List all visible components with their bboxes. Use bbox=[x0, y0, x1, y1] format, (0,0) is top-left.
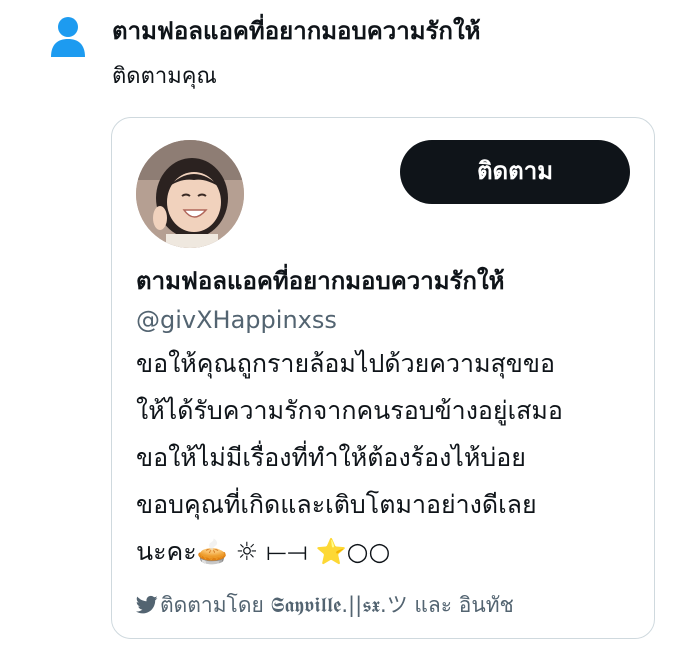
bio-line: ขอให้ไม่มีเรื่องที่ทำให้ต้องร้องไห้บ่อย bbox=[136, 443, 526, 472]
twitter-bird-icon bbox=[136, 595, 158, 614]
profile-name[interactable]: ตามฟอลแอคที่อยากมอบความรักให้ bbox=[136, 264, 505, 298]
followed-by-text: ติดตามโดย 𝕾𝖆𝖞𝖛𝖎𝖑𝖑𝖊.||𝖘𝖝.ツ และ อินทัช bbox=[160, 593, 514, 617]
notification-title: ตามฟอลแอคที่อยากมอบความรักให้ bbox=[112, 17, 481, 45]
bio-line: นะคะ🥧 ☼ ⟝⟞ ⭐○○ bbox=[136, 537, 391, 566]
user-card[interactable]: ติดตาม ตามฟอลแอคที่อยากมอบความรักให้ @gi… bbox=[111, 117, 655, 639]
bio-line: ขอให้คุณถูกรายล้อมไปด้วยความสุขขอ bbox=[136, 349, 556, 378]
follow-notification[interactable]: ตามฟอลแอคที่อยากมอบความรักให้ ติดตามคุณ bbox=[0, 0, 678, 110]
profile-handle[interactable]: @givXHappinxss bbox=[136, 304, 337, 336]
notification-subtitle: ติดตามคุณ bbox=[112, 64, 217, 89]
profile-bio: ขอให้คุณถูกรายล้อมไปด้วยความสุขขอ ให้ได้… bbox=[136, 340, 646, 575]
avatar[interactable] bbox=[136, 140, 244, 248]
follow-button[interactable]: ติดตาม bbox=[400, 140, 630, 204]
person-icon bbox=[51, 17, 85, 57]
followed-by: ติดตามโดย 𝕾𝖆𝖞𝖛𝖎𝖑𝖑𝖊.||𝖘𝖝.ツ และ อินทัช bbox=[136, 588, 514, 622]
bio-line: ขอบคุณที่เกิดและเติบโตมาอย่างดีเลย bbox=[136, 490, 537, 519]
bio-line: ให้ได้รับความรักจากคนรอบข้างอยู่เสมอ bbox=[136, 396, 563, 425]
